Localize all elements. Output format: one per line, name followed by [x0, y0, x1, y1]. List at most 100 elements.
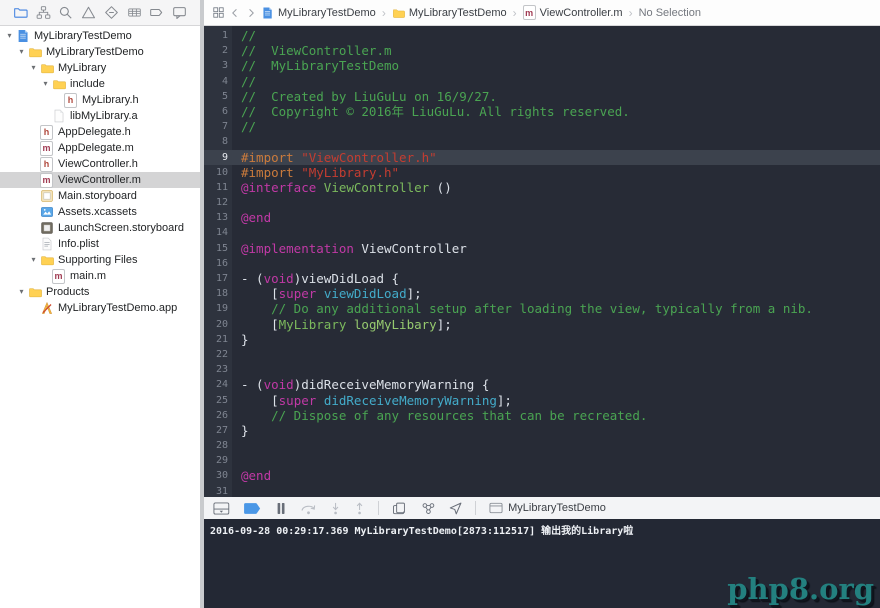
breadcrumb-item-mylibrarytestdemo[interactable]: MyLibraryTestDemo [392, 5, 507, 20]
step-into-icon[interactable] [330, 502, 341, 515]
tree-item-libmylibrary-a[interactable]: libMyLibrary.a [0, 108, 200, 124]
line-number[interactable]: 5 [204, 89, 232, 104]
breakpoints-toggle-icon[interactable] [243, 502, 263, 515]
line-number[interactable]: 23 [204, 362, 232, 377]
tree-item-main-m[interactable]: m main.m [0, 268, 200, 284]
tree-item-mylibrarytestdemo[interactable]: ▾ MyLibraryTestDemo [0, 28, 200, 44]
line-number[interactable]: 9 [204, 150, 232, 165]
breakpoint-navigator-icon[interactable] [148, 4, 165, 21]
test-navigator-icon[interactable] [103, 4, 120, 21]
line-number[interactable]: 4 [204, 74, 232, 89]
tree-item-appdelegate-h[interactable]: h AppDelegate.h [0, 124, 200, 140]
breadcrumb-separator: › [512, 5, 517, 20]
line-number[interactable]: 25 [204, 393, 232, 408]
line-number[interactable]: 6 [204, 104, 232, 119]
tree-item-mylibrarytestdemo[interactable]: ▾ MyLibraryTestDemo [0, 44, 200, 60]
code-token: () [429, 179, 452, 195]
line-number[interactable]: 24 [204, 377, 232, 392]
tree-item-viewcontroller-m[interactable]: m ViewController.m [0, 172, 200, 188]
m-file-icon: m [51, 268, 66, 284]
tree-item-appdelegate-m[interactable]: m AppDelegate.m [0, 140, 200, 156]
line-number[interactable]: 17 [204, 271, 232, 286]
related-items-icon[interactable] [212, 6, 225, 19]
project-navigator-icon[interactable] [12, 4, 29, 21]
step-out-icon[interactable] [354, 502, 365, 515]
line-number[interactable]: 14 [204, 225, 232, 240]
debug-navigator-icon[interactable] [126, 4, 143, 21]
tree-item-viewcontroller-h[interactable]: h ViewController.h [0, 156, 200, 172]
code-token: } [241, 422, 249, 438]
report-navigator-icon[interactable] [171, 4, 188, 21]
line-number[interactable]: 18 [204, 286, 232, 301]
code-text: // Do any additional setup after loading… [232, 301, 813, 316]
issue-navigator-icon[interactable] [80, 4, 97, 21]
line-number[interactable]: 11 [204, 180, 232, 195]
line-number[interactable]: 29 [204, 453, 232, 468]
line-number[interactable]: 20 [204, 317, 232, 332]
tree-item-include[interactable]: ▾ include [0, 76, 200, 92]
line-number[interactable]: 19 [204, 301, 232, 316]
view-hierarchy-icon[interactable] [392, 502, 408, 515]
code-text: } [232, 423, 249, 438]
debug-target-label: MyLibraryTestDemo [508, 502, 606, 514]
line-number[interactable]: 28 [204, 438, 232, 453]
line-number[interactable]: 16 [204, 256, 232, 271]
code-line: 2 // ViewController.m [204, 43, 880, 58]
simulate-location-icon[interactable] [449, 502, 462, 515]
tree-item-launchscreen-storyboard[interactable]: LaunchScreen.storyboard [0, 220, 200, 236]
symbol-navigator-icon[interactable] [35, 4, 52, 21]
line-number[interactable]: 1 [204, 28, 232, 43]
breadcrumb-item-mylibrarytestdemo[interactable]: MyLibraryTestDemo [261, 5, 376, 20]
breadcrumb-item-viewcontroller-m[interactable]: m ViewController.m [522, 5, 623, 20]
source-editor[interactable]: 1 // 2 // ViewController.m 3 // MyLibraryTest… [204, 26, 880, 497]
tree-item-products[interactable]: ▾ Products [0, 284, 200, 300]
step-over-icon[interactable] [300, 502, 317, 515]
line-number[interactable]: 8 [204, 134, 232, 149]
code-line: 22 [204, 347, 880, 362]
line-number[interactable]: 31 [204, 484, 232, 497]
code-text: - (void)viewDidLoad { [232, 271, 399, 286]
code-token: // MyLibraryTestDemo [241, 58, 400, 74]
line-number[interactable]: 21 [204, 332, 232, 347]
code-line: 28 [204, 438, 880, 453]
tree-item-info-plist[interactable]: Info.plist [0, 236, 200, 252]
back-button[interactable] [229, 7, 241, 19]
code-token: // Copyright © 2016年 LiuGuLu. All rights… [241, 103, 630, 119]
code-token: logMyLibary [353, 316, 437, 332]
code-line: 9 #import "ViewController.h" [204, 149, 880, 165]
tree-item-supporting-files[interactable]: ▾ Supporting Files [0, 252, 200, 268]
line-number[interactable]: 12 [204, 195, 232, 210]
line-number[interactable]: 13 [204, 210, 232, 225]
line-number[interactable]: 30 [204, 468, 232, 483]
navigator-sidebar: ▾ MyLibraryTestDemo ▾ MyLibraryTestDemo ▾ MyL… [0, 0, 200, 608]
tree-item-label: MyLibraryTestDemo [46, 46, 144, 58]
hide-debug-area-icon[interactable] [213, 501, 230, 515]
tree-item-mylibrarytestdemo-app[interactable]: MyLibraryTestDemo.app [0, 300, 200, 316]
tree-item-assets-xcassets[interactable]: Assets.xcassets [0, 204, 200, 220]
pause-execution-icon[interactable] [275, 502, 287, 515]
line-number[interactable]: 27 [204, 423, 232, 438]
debug-target-menu[interactable]: MyLibraryTestDemo [489, 501, 606, 516]
forward-button[interactable] [245, 7, 257, 19]
line-number[interactable]: 2 [204, 43, 232, 58]
find-navigator-icon[interactable] [57, 4, 74, 21]
line-number[interactable]: 7 [204, 119, 232, 134]
line-number[interactable]: 10 [204, 165, 232, 180]
app-window-icon [489, 501, 503, 516]
tree-item-mylibrary-h[interactable]: h MyLibrary.h [0, 92, 200, 108]
tree-item-main-storyboard[interactable]: Main.storyboard [0, 188, 200, 204]
tree-item-mylibrary[interactable]: ▾ MyLibrary [0, 60, 200, 76]
line-number[interactable]: 22 [204, 347, 232, 362]
line-number[interactable]: 26 [204, 408, 232, 423]
code-text: // ViewController.m [232, 43, 392, 58]
disclosure-triangle-icon: ▾ [19, 47, 24, 56]
memory-graph-icon[interactable] [421, 502, 436, 515]
tree-item-label: MyLibrary [58, 62, 107, 74]
debug-console[interactable]: 2016-09-28 00:29:17.369 MyLibraryTestDem… [204, 519, 880, 608]
line-number[interactable]: 3 [204, 58, 232, 73]
breadcrumb-item-no-selection[interactable]: No Selection [639, 7, 701, 19]
line-number[interactable]: 15 [204, 241, 232, 256]
